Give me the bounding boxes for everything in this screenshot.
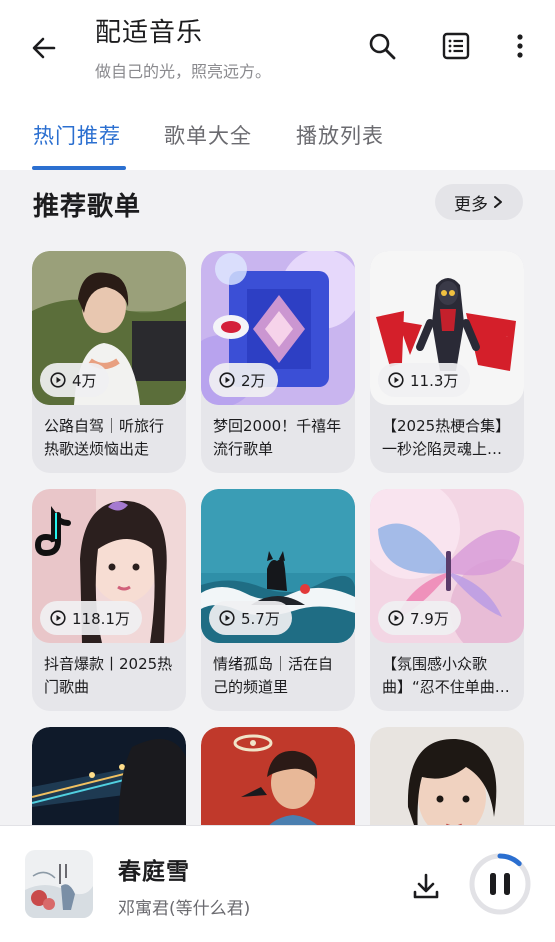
playlist-button[interactable] xyxy=(434,24,478,68)
playlist-cover xyxy=(370,727,524,825)
playlist-title: 情绪孤岛｜活在自己的频道里 xyxy=(213,655,334,696)
main-content[interactable]: 推荐歌单 更多 4万 公路自驾｜听旅行热歌送烦恼出走 2万 梦回2000！千禧年… xyxy=(0,170,555,825)
app-header: 配适音乐 做自己的光，照亮远方。 xyxy=(0,0,555,104)
play-count-badge: 4万 xyxy=(40,363,109,397)
play-count-badge: 5.7万 xyxy=(209,601,292,635)
play-circle-icon xyxy=(50,372,66,388)
play-count: 5.7万 xyxy=(241,609,280,628)
more-button[interactable]: 更多 xyxy=(435,184,523,220)
list-icon xyxy=(442,32,470,60)
play-circle-icon xyxy=(388,610,404,626)
download-button[interactable] xyxy=(404,864,448,908)
now-playing-artist: 邓寓君(等什么君) xyxy=(118,899,251,919)
playlist-card[interactable]: 4万 公路自驾｜听旅行热歌送烦恼出走 xyxy=(32,251,186,473)
tab-hot-recommend[interactable]: 热门推荐 xyxy=(33,120,121,150)
section-title: 推荐歌单 xyxy=(33,192,142,222)
play-circle-icon xyxy=(388,372,404,388)
chevron-right-icon xyxy=(494,196,502,208)
playlist-card[interactable] xyxy=(370,727,524,825)
playlist-card[interactable]: BOSS xyxy=(201,727,355,825)
now-playing-cover[interactable] xyxy=(25,850,93,918)
play-count: 4万 xyxy=(72,371,97,390)
play-circle-icon xyxy=(219,372,235,388)
playlist-card[interactable]: 118.1万 抖音爆款丨2025热门歌曲 xyxy=(32,489,186,711)
more-options-button[interactable] xyxy=(498,24,542,68)
play-count: 118.1万 xyxy=(72,609,130,628)
playlist-card[interactable] xyxy=(32,727,186,825)
playlist-title: 抖音爆款丨2025热门歌曲 xyxy=(44,655,173,696)
app-title: 配适音乐 xyxy=(95,18,204,48)
playlist-title: 【2025热梗合集】一秒沦陷灵魂上… xyxy=(382,417,511,458)
playlist-card[interactable]: 2万 梦回2000！千禧年流行歌单 xyxy=(201,251,355,473)
play-circle-icon xyxy=(50,610,66,626)
more-vertical-icon xyxy=(517,34,523,58)
playlist-cover xyxy=(32,727,186,825)
play-count-badge: 2万 xyxy=(209,363,278,397)
back-button[interactable] xyxy=(22,26,66,70)
play-count: 7.9万 xyxy=(410,609,449,628)
playlist-card[interactable]: 7.9万 【氛围感小众歌曲】“忍不住单曲… xyxy=(370,489,524,711)
tab-bar: 热门推荐 歌单大全 播放列表 xyxy=(0,104,555,170)
mini-player[interactable]: 春庭雪 邓寓君(等什么君) xyxy=(0,825,555,942)
tab-playlist-collection[interactable]: 歌单大全 xyxy=(164,120,252,150)
tab-play-queue[interactable]: 播放列表 xyxy=(296,120,384,150)
playlist-title: 【氛围感小众歌曲】“忍不住单曲… xyxy=(382,655,510,696)
arrow-left-icon xyxy=(32,37,56,59)
search-button[interactable] xyxy=(360,24,404,68)
more-label: 更多 xyxy=(454,194,488,215)
playlist-card[interactable]: 11.3万 【2025热梗合集】一秒沦陷灵魂上… xyxy=(370,251,524,473)
pause-button[interactable] xyxy=(468,852,532,916)
download-icon xyxy=(413,873,439,899)
playlist-title: 梦回2000！千禧年流行歌单 xyxy=(213,417,342,458)
play-count-badge: 118.1万 xyxy=(40,601,142,635)
playlist-card[interactable]: 5.7万 情绪孤岛｜活在自己的频道里 xyxy=(201,489,355,711)
app-subtitle: 做自己的光，照亮远方。 xyxy=(95,62,272,81)
search-icon xyxy=(369,33,396,60)
play-count: 2万 xyxy=(241,371,266,390)
play-count-badge: 11.3万 xyxy=(378,363,471,397)
play-count: 11.3万 xyxy=(410,371,459,390)
play-circle-icon xyxy=(219,610,235,626)
play-count-badge: 7.9万 xyxy=(378,601,461,635)
pause-icon xyxy=(490,873,510,895)
playlist-cover: BOSS xyxy=(201,727,355,825)
playlist-title: 公路自驾｜听旅行热歌送烦恼出走 xyxy=(44,417,165,458)
now-playing-title: 春庭雪 xyxy=(118,859,190,885)
